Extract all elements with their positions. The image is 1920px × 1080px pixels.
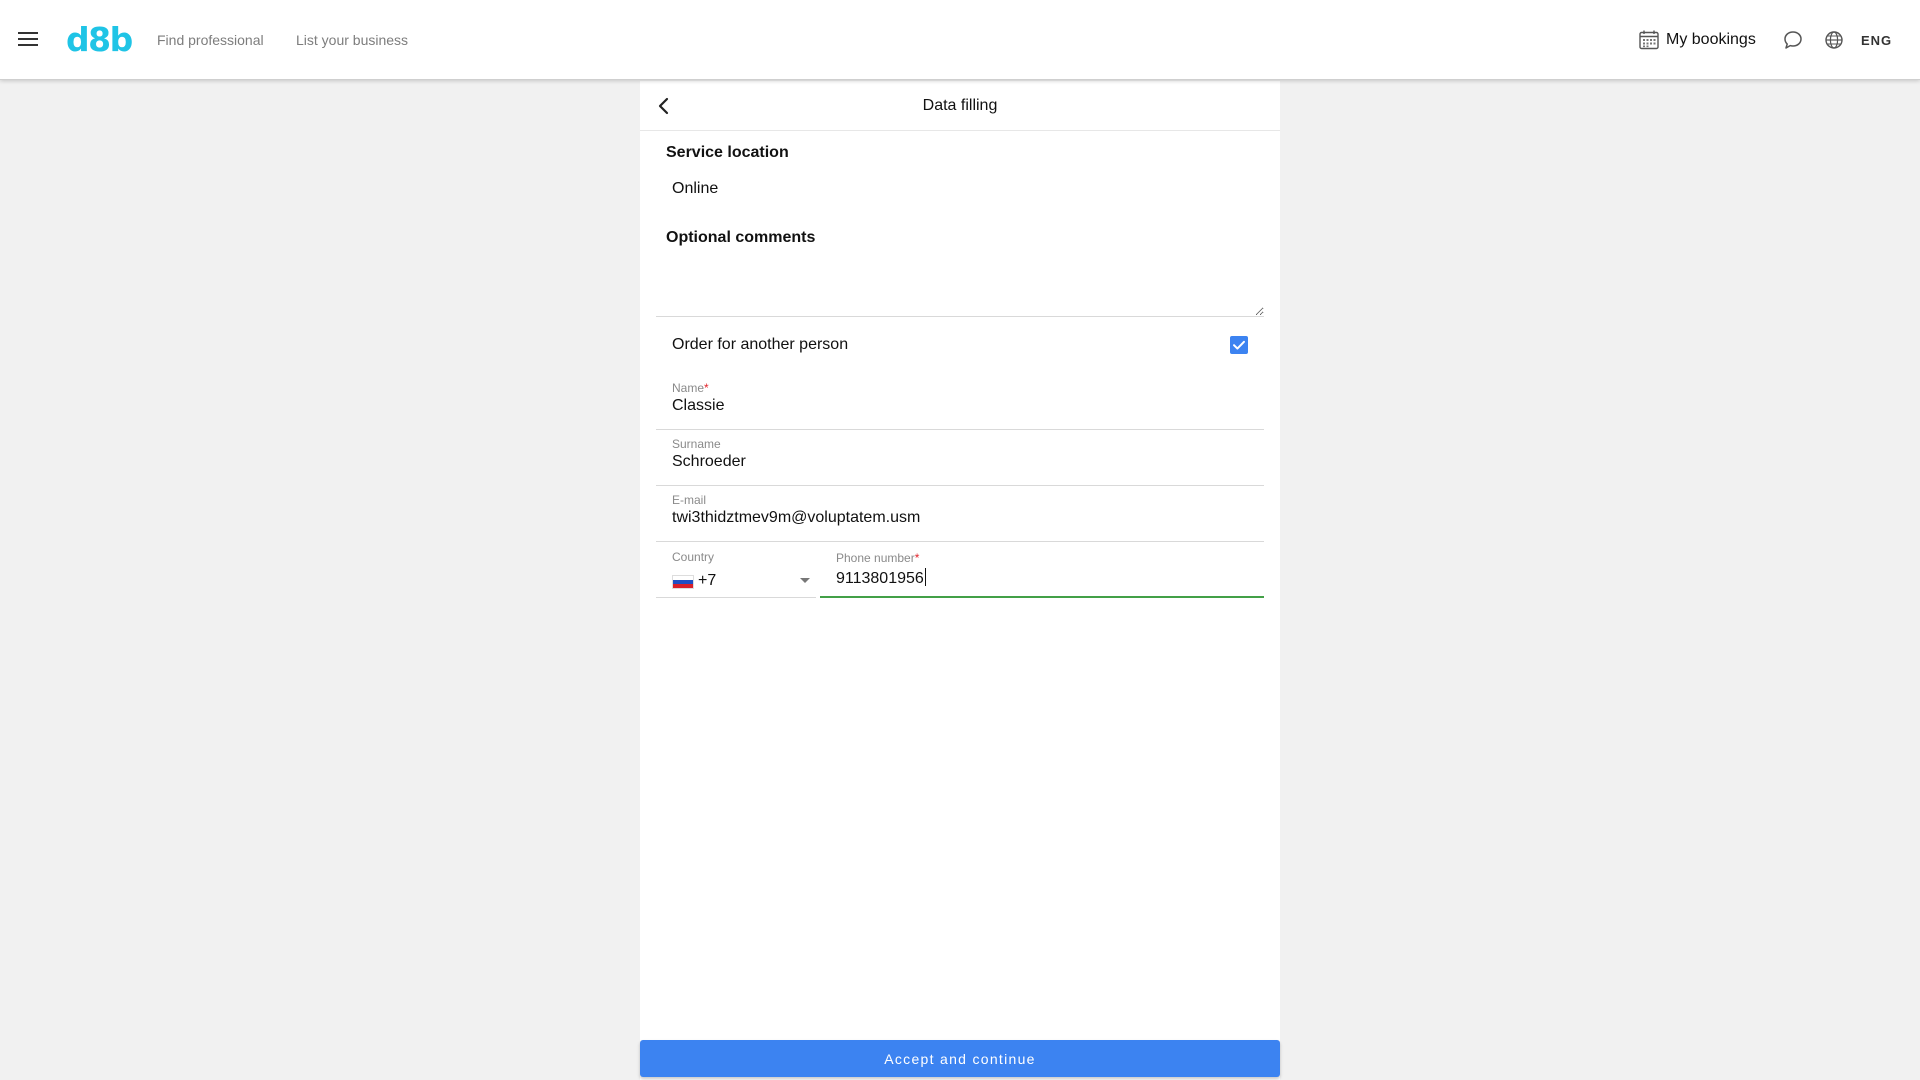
service-location-heading: Service location (666, 144, 789, 161)
data-filling-panel: Data filling Service location Online Opt… (640, 81, 1280, 1080)
optional-comments-heading: Optional comments (666, 229, 816, 246)
checkmark-icon (1233, 340, 1245, 350)
russia-flag-icon (672, 575, 694, 589)
name-field-value: Classie (672, 397, 725, 414)
phone-number-field[interactable]: Phone number* 9113801956 (820, 542, 1264, 598)
email-field-label: E-mail (672, 493, 707, 507)
calendar-icon (1639, 30, 1659, 50)
order-for-another-person-row[interactable]: Order for another person (656, 318, 1264, 374)
chevron-down-icon (800, 578, 810, 583)
order-for-another-person-label: Order for another person (672, 336, 849, 353)
page-title: Data filling (922, 97, 998, 114)
accept-and-continue-button[interactable]: Accept and continue (640, 1040, 1280, 1077)
panel-header: Data filling (640, 81, 1280, 131)
email-field[interactable]: E-mail twi3thidztmev9m@voluptatem.usm (656, 486, 1264, 542)
service-location-value[interactable]: Online (672, 180, 718, 198)
logo[interactable]: d8b (66, 18, 133, 62)
required-mark: * (914, 551, 920, 565)
country-code-value: +7 (698, 572, 717, 589)
name-field-label: Name* (672, 381, 709, 395)
required-mark: * (704, 381, 709, 395)
surname-field[interactable]: Surname Schroeder (656, 430, 1264, 486)
nav-list-your-business[interactable]: List your business (296, 32, 408, 48)
my-bookings-button[interactable]: My bookings (1638, 28, 1756, 52)
email-field-value: twi3thidztmev9m@voluptatem.usm (672, 509, 921, 526)
optional-comments-input[interactable] (656, 249, 1264, 317)
phone-number-label: Phone number* (836, 551, 920, 565)
name-field[interactable]: Name* Classie (656, 374, 1264, 430)
order-for-another-person-checkbox[interactable] (1230, 336, 1248, 354)
top-navigation-bar: d8b Find professional List your business… (0, 0, 1920, 80)
my-bookings-label: My bookings (1666, 31, 1756, 48)
surname-field-label: Surname (672, 437, 721, 451)
phone-number-value: 9113801956 (836, 568, 926, 587)
surname-field-value: Schroeder (672, 453, 746, 470)
chat-icon[interactable] (1782, 29, 1804, 51)
country-label: Country (672, 550, 715, 564)
nav-find-professional[interactable]: Find professional (157, 32, 264, 48)
text-cursor (924, 568, 926, 586)
menu-icon[interactable] (16, 28, 40, 52)
globe-icon[interactable] (1823, 29, 1845, 51)
language-selector[interactable]: ENG (1861, 33, 1892, 48)
country-code-select[interactable]: Country +7 (656, 542, 816, 598)
